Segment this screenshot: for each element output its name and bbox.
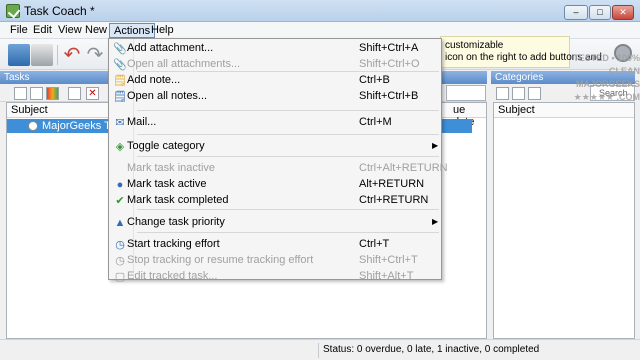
new-task-icon[interactable] (14, 87, 27, 100)
priority-icon: ▲ (114, 217, 126, 229)
menu-separator (137, 209, 439, 210)
watermark-line-1: TESTED • 100% CLEAN (573, 53, 640, 76)
delete-icon[interactable]: ✕ (86, 87, 99, 100)
tasks-search-input[interactable] (446, 85, 486, 101)
mail-icon: ✉ (115, 117, 125, 129)
menu-item-label: Add note... (127, 74, 181, 86)
menu-item-label: Stop tracking or resume tracking effort (127, 254, 314, 266)
redo-icon[interactable]: ↷ (84, 44, 106, 66)
menu-item-shortcut: Shift+Ctrl+O (359, 58, 420, 70)
menu-item-shortcut: Ctrl+B (359, 74, 390, 86)
menu-separator (137, 134, 439, 135)
submenu-arrow-icon: ▶ (432, 217, 439, 226)
menu-item-shortcut: Shift+Ctrl+A (359, 42, 419, 54)
menu-item-toggle-category[interactable]: ◈ Toggle category ▶ (109, 139, 441, 155)
menu-item-shortcut: Ctrl+Alt+RETURN (359, 162, 448, 174)
select-icon[interactable] (68, 87, 81, 100)
circle-icon: ● (116, 179, 124, 191)
category-subject-column-header[interactable]: Subject (498, 104, 535, 116)
menu-item-mark-task-completed[interactable]: ✔ Mark task completed Ctrl+RETURN (109, 193, 441, 209)
menu-item-mark-task-inactive[interactable]: Mark task inactive Ctrl+Alt+RETURN (109, 161, 448, 177)
menu-item-shortcut: Ctrl+RETURN (359, 194, 429, 206)
edit-icon: ▢ (114, 271, 126, 283)
print-icon[interactable] (31, 44, 53, 66)
menu-item-label: Mail... (127, 116, 157, 128)
task-status-icon (28, 121, 38, 131)
edit-category-icon[interactable] (512, 87, 525, 100)
menu-item-add-attachment[interactable]: 📎 Add attachment... Shift+Ctrl+A (109, 41, 441, 57)
color-icon[interactable] (46, 87, 59, 100)
open-file-icon[interactable] (8, 44, 30, 66)
close-button[interactable]: ✕ (612, 5, 634, 20)
menu-help[interactable]: Help (147, 23, 178, 38)
menu-edit[interactable]: Edit (29, 23, 56, 38)
menu-separator (137, 71, 439, 72)
submenu-arrow-icon: ▶ (432, 141, 439, 150)
actions-menu: 📎 Add attachment... Shift+Ctrl+A 📎 Open all … (108, 38, 448, 283)
category-icon: ◈ (115, 141, 125, 153)
toolbar-separator (57, 45, 58, 65)
new-category-icon[interactable] (496, 87, 509, 100)
menu-item-mail[interactable]: ✉ Mail... Ctrl+M (109, 115, 441, 131)
watermark-line-3: ★★★★★ .COM (573, 92, 640, 102)
menu-item-shortcut: Shift+Alt+T (359, 270, 414, 282)
status-separator (318, 343, 319, 358)
menu-item-label: Open all attachments... (127, 58, 241, 70)
menu-item-label: Open all notes... (127, 90, 208, 102)
menu-item-label: Mark task active (127, 178, 207, 190)
status-bar: Status: 0 overdue, 0 late, 1 inactive, 0… (0, 339, 640, 360)
menu-item-edit-tracked-task[interactable]: ▢ Edit tracked task... Shift+Alt+T (109, 269, 441, 285)
remove-category-icon[interactable] (528, 87, 541, 100)
menu-item-change-task-priority[interactable]: ▲ Change task priority ▶ (109, 215, 441, 231)
menu-separator (137, 110, 439, 111)
check-icon: ✔ (115, 195, 125, 207)
stop-clock-icon: ◷ (115, 255, 125, 267)
menu-item-label: Edit tracked task... (127, 270, 218, 282)
menu-item-shortcut: Shift+Ctrl+B (359, 90, 419, 102)
menu-item-open-all-notes[interactable]: 🗒 Open all notes... Shift+Ctrl+B (109, 89, 441, 105)
window-title: Task Coach * (24, 4, 95, 18)
paperclip-icon: 📎 (113, 43, 127, 55)
notes-icon: 🗒 (113, 91, 127, 103)
maximize-button[interactable]: □ (589, 5, 611, 20)
menu-item-shortcut: Shift+Ctrl+T (359, 254, 418, 266)
hint-line-1: customizable (445, 40, 504, 51)
menu-item-stop-tracking-or-resume-tracking-effort[interactable]: ◷ Stop tracking or resume tracking effort… (109, 253, 441, 269)
categories-list: Subject (493, 102, 635, 339)
menu-separator (137, 232, 439, 233)
subject-column-header[interactable]: Subject (11, 104, 48, 116)
menu-item-label: Toggle category (127, 140, 205, 152)
minimize-button[interactable]: – (564, 5, 588, 20)
note-icon: 🗒 (113, 75, 127, 87)
undo-icon[interactable]: ↶ (61, 44, 83, 66)
menu-file[interactable]: File (6, 23, 32, 38)
menu-item-label: Change task priority (127, 216, 225, 228)
menu-item-label: Mark task completed (127, 194, 229, 206)
menu-item-label: Start tracking effort (127, 238, 220, 250)
paperclip-open-icon: 📎 (113, 59, 127, 71)
menu-item-shortcut: Alt+RETURN (359, 178, 425, 190)
menu-new[interactable]: New (81, 23, 111, 38)
menu-item-shortcut: Ctrl+M (359, 116, 392, 128)
watermark-line-2: MAJORGEEKS (575, 79, 640, 89)
menu-separator (137, 156, 439, 157)
menu-item-label: Mark task inactive (127, 162, 216, 174)
new-subtask-icon[interactable] (30, 87, 43, 100)
menu-item-mark-task-active[interactable]: ● Mark task active Alt+RETURN (109, 177, 441, 193)
menu-item-start-tracking-effort[interactable]: ◷ Start tracking effort Ctrl+T (109, 237, 441, 253)
task-coach-app-icon (6, 4, 20, 18)
clock-icon: ◷ (115, 239, 125, 251)
blank-icon (113, 162, 127, 176)
menu-item-add-note[interactable]: 🗒 Add note... Ctrl+B (109, 73, 441, 89)
categories-column-header: Subject (494, 103, 634, 118)
status-text: Status: 0 overdue, 0 late, 1 inactive, 0… (323, 344, 540, 355)
menu-item-label: Add attachment... (127, 42, 214, 54)
watermark: TESTED • 100% CLEAN MAJORGEEKS ★★★★★ .CO… (545, 52, 640, 102)
menu-item-shortcut: Ctrl+T (359, 238, 390, 250)
title-bar: Task Coach * – □ ✕ (0, 0, 640, 22)
